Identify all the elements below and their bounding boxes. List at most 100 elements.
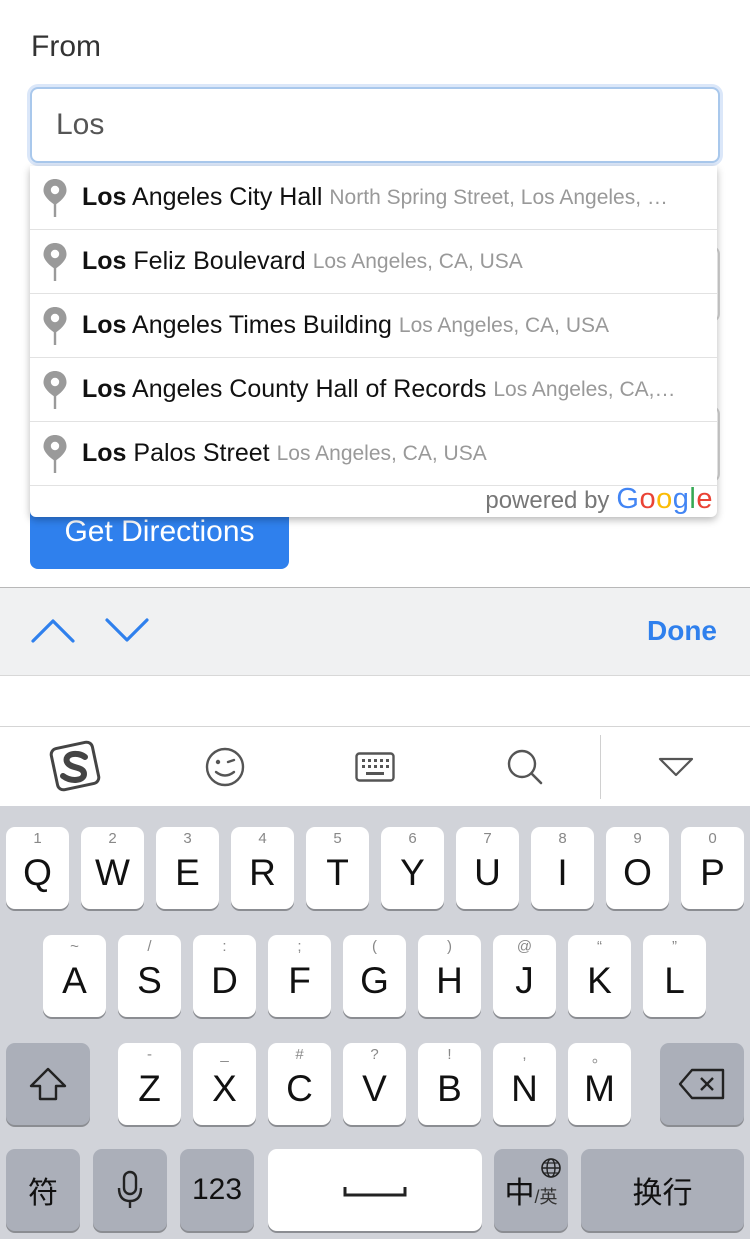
suggestion-primary: Los Angeles City Hall: [82, 183, 323, 211]
symbols-key[interactable]: 符: [6, 1149, 80, 1231]
key-hint: #: [295, 1046, 304, 1063]
key-hint: ;: [297, 938, 302, 955]
key-hint: :: [222, 938, 227, 955]
suggestion-secondary: Los Angeles, CA, USA: [276, 441, 487, 465]
suggestion-primary: Los Angeles Times Building: [82, 311, 392, 339]
key-q[interactable]: 1Q: [6, 827, 69, 909]
chevron-up-icon[interactable]: [21, 598, 85, 662]
key-f[interactable]: ; F: [268, 935, 331, 1017]
key-t[interactable]: 5T: [306, 827, 369, 909]
key-a[interactable]: ~ A: [43, 935, 106, 1017]
key-letter: U: [474, 852, 501, 893]
key-letter: W: [95, 852, 130, 893]
suggestion-match: Los: [82, 183, 127, 211]
key-letter: T: [326, 852, 349, 893]
map-pin-icon: [43, 242, 67, 281]
autocomplete-suggestion[interactable]: Los Feliz Boulevard Los Angeles, CA, USA: [30, 230, 717, 294]
key-o[interactable]: 9O: [606, 827, 669, 909]
key-d[interactable]: :D: [193, 935, 256, 1017]
key-letter: A: [62, 960, 87, 1001]
suggestion-secondary: Los Angeles, CA, USA: [398, 313, 610, 337]
key-c[interactable]: # C: [268, 1043, 331, 1125]
keyboard-icon[interactable]: [345, 737, 405, 797]
key-hint: 0: [708, 830, 717, 847]
return-key[interactable]: 换行: [581, 1149, 744, 1231]
key-hint: 9: [633, 830, 642, 847]
from-input[interactable]: [30, 87, 720, 163]
key-letter: R: [249, 852, 276, 893]
key-hint: !: [447, 1046, 452, 1063]
collapse-icon[interactable]: [646, 737, 706, 797]
key-k[interactable]: “K: [568, 935, 631, 1017]
key-letter: F: [288, 960, 311, 1001]
key-letter: V: [362, 1068, 387, 1109]
key-w[interactable]: 2W: [81, 827, 144, 909]
powered-by-google: powered by Google: [485, 483, 713, 515]
key-j[interactable]: @ J: [493, 935, 556, 1017]
google-logo: Google: [616, 483, 713, 515]
key-letter: O: [623, 852, 652, 893]
candidate-strip: [0, 676, 750, 727]
autocomplete-suggestion[interactable]: Los Angeles City Hall North Spring Street…: [30, 166, 717, 230]
chevron-down-icon[interactable]: [95, 598, 159, 662]
key-h[interactable]: ) H: [418, 935, 481, 1017]
shift-key[interactable]: [6, 1043, 90, 1125]
key-letter: Q: [23, 852, 52, 893]
map-pin-icon: [43, 306, 67, 345]
key-r[interactable]: 4R: [231, 827, 294, 909]
key-s[interactable]: / S: [118, 935, 181, 1017]
key-letter: L: [664, 960, 685, 1001]
key-letter: N: [511, 1068, 538, 1109]
key-u[interactable]: 7U: [456, 827, 519, 909]
key-hint: ,: [522, 1046, 527, 1063]
key-n[interactable]: ,N: [493, 1043, 556, 1125]
key-x[interactable]: _ X: [193, 1043, 256, 1125]
map-pin-icon: [43, 434, 67, 473]
suggestion-primary: Los Feliz Boulevard: [82, 247, 306, 275]
key-y[interactable]: 6Y: [381, 827, 444, 909]
emoji-icon[interactable]: [195, 737, 255, 797]
key-letter: G: [360, 960, 389, 1001]
key-e[interactable]: 3E: [156, 827, 219, 909]
key-letter: Z: [138, 1068, 161, 1109]
numbers-key[interactable]: 123: [180, 1149, 254, 1231]
backspace-key[interactable]: [660, 1043, 744, 1125]
key-m[interactable]: 。 M: [568, 1043, 631, 1125]
key-hint: ”: [672, 938, 677, 955]
key-hint: _: [220, 1046, 229, 1063]
key-hint: 4: [258, 830, 267, 847]
key-hint: 6: [408, 830, 417, 847]
done-button[interactable]: Done: [647, 615, 717, 647]
key-z[interactable]: -Z: [118, 1043, 181, 1125]
key-hint: /: [147, 938, 152, 955]
search-icon[interactable]: [495, 737, 555, 797]
sogou-logo-icon[interactable]: [45, 737, 105, 797]
key-v[interactable]: ? V: [343, 1043, 406, 1125]
autocomplete-dropdown: Los Angeles City Hall North Spring Street…: [30, 166, 717, 517]
autocomplete-suggestion[interactable]: Los Angeles County Hall of Records Los An…: [30, 358, 717, 422]
ime-toolbar: [0, 727, 750, 806]
key-hint: ?: [370, 1046, 379, 1063]
key-p[interactable]: 0P: [681, 827, 744, 909]
key-l[interactable]: ” L: [643, 935, 706, 1017]
suggestion-match: Los: [82, 375, 127, 403]
space-key[interactable]: [268, 1149, 482, 1231]
from-label: From: [31, 30, 101, 63]
key-i[interactable]: 8I: [531, 827, 594, 909]
key-letter: S: [137, 960, 162, 1001]
autocomplete-suggestion[interactable]: Los Palos Street Los Angeles, CA, USA: [30, 422, 717, 486]
key-letter: E: [175, 852, 200, 893]
suggestion-primary: Los Palos Street: [82, 439, 270, 467]
key-b[interactable]: ! B: [418, 1043, 481, 1125]
key-g[interactable]: (G: [343, 935, 406, 1017]
key-hint: “: [597, 938, 602, 955]
toolbar-divider: [600, 735, 601, 799]
key-hint: ): [447, 938, 452, 955]
microphone-key[interactable]: [93, 1149, 167, 1231]
key-hint: -: [147, 1046, 152, 1063]
map-pin-icon: [43, 370, 67, 409]
key-letter: Y: [400, 852, 425, 893]
autocomplete-suggestion[interactable]: Los Angeles Times Building Los Angeles, C…: [30, 294, 717, 358]
language-switch-key[interactable]: 中/英: [494, 1149, 568, 1231]
globe-icon: [541, 1158, 561, 1178]
